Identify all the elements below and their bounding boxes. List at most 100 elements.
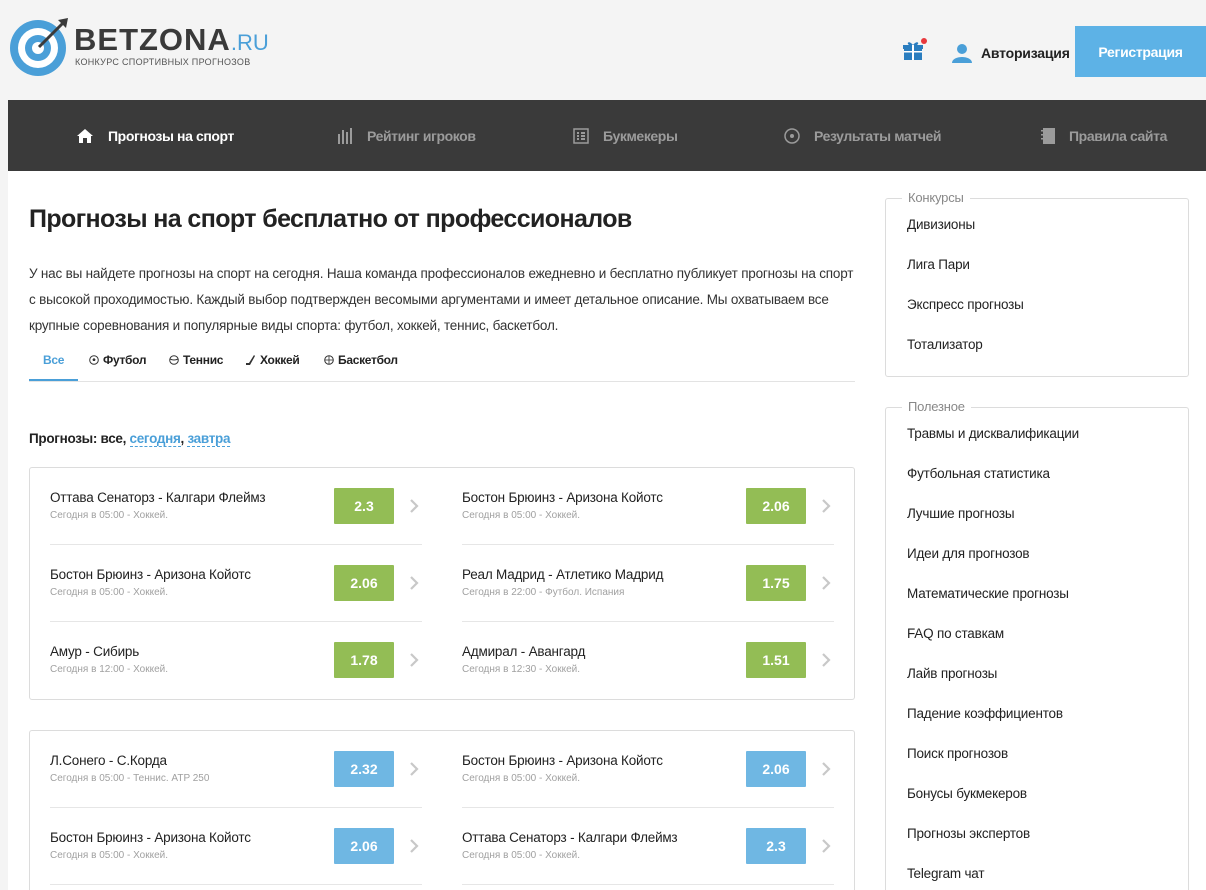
chevron-right-icon[interactable]	[409, 573, 421, 593]
match-meta: Сегодня в 12:00 - Хоккей.	[50, 664, 169, 675]
tab-tennis[interactable]: Теннис	[169, 340, 223, 380]
odds-badge[interactable]: 2.3	[334, 488, 394, 524]
match-title: Реал Мадрид - Атлетико Мадрид	[462, 567, 664, 582]
sidebar-item-football-stats[interactable]: Футбольная статистика	[907, 466, 1050, 481]
match-title: Амур - Сибирь	[50, 644, 140, 659]
tab-basketball[interactable]: Баскетбол	[324, 340, 398, 380]
tab-football[interactable]: Футбол	[89, 340, 147, 380]
sidebar-item-search[interactable]: Поиск прогнозов	[907, 746, 1008, 761]
match-title: Оттава Сенаторз - Калгари Флеймз	[50, 490, 266, 505]
match-title: Бостон Брюинз - Аризона Койотс	[462, 490, 663, 505]
forecast-row[interactable]: Адмирал - Авангард Сегодня в 12:30 - Хок…	[462, 622, 834, 699]
forecast-group-today: Оттава Сенаторз - Калгари Флеймз Сегодня…	[29, 467, 855, 700]
odds-badge[interactable]: 1.75	[746, 565, 806, 601]
page-title: Прогнозы на спорт бесплатно от профессио…	[29, 205, 632, 233]
chevron-right-icon[interactable]	[821, 759, 833, 779]
filter-tomorrow-link[interactable]: завтра	[187, 431, 230, 447]
sidebar-item-math-forecasts[interactable]: Математические прогнозы	[907, 586, 1069, 601]
user-icon	[952, 44, 972, 63]
forecast-row[interactable]: Л.Сонего - С.Корда Сегодня в 05:00 - Тен…	[50, 731, 422, 808]
forecast-row[interactable]: Оттава Сенаторз - Калгари Флеймз Сегодня…	[50, 468, 422, 545]
nav-item-bookmakers[interactable]: Букмекеры	[573, 100, 678, 171]
logo-tagline: КОНКУРС СПОРТИВНЫХ ПРОГНОЗОВ	[75, 57, 251, 67]
match-meta: Сегодня в 22:00 - Футбол. Испания	[462, 587, 625, 598]
chevron-right-icon[interactable]	[409, 496, 421, 516]
odds-badge[interactable]: 2.06	[334, 828, 394, 864]
gift-button[interactable]	[902, 38, 927, 62]
chevron-right-icon[interactable]	[409, 759, 421, 779]
match-meta: Сегодня в 05:00 - Хоккей.	[50, 587, 169, 598]
gift-notification-dot	[921, 38, 927, 44]
chevron-right-icon[interactable]	[821, 650, 833, 670]
match-title: Адмирал - Авангард	[462, 644, 586, 659]
odds-badge[interactable]: 2.3	[746, 828, 806, 864]
sidebar-item-bonuses[interactable]: Бонусы букмекеров	[907, 786, 1027, 801]
sidebar-item-injuries[interactable]: Травмы и дисквалификации	[907, 426, 1079, 441]
match-meta: Сегодня в 05:00 - Хоккей.	[462, 850, 581, 861]
bar-chart-icon	[338, 127, 352, 144]
forecast-row[interactable]: Амур - Сибирь Сегодня в 12:00 - Хоккей. …	[50, 622, 422, 699]
chevron-right-icon[interactable]	[409, 836, 421, 856]
register-button[interactable]: Регистрация	[1075, 26, 1206, 77]
chevron-right-icon[interactable]	[821, 573, 833, 593]
nav-item-rules[interactable]: Правила сайта	[1041, 100, 1167, 171]
match-meta: Сегодня в 05:00 - Хоккей.	[50, 510, 169, 521]
match-meta: Сегодня в 05:00 - Теннис. ATP 250	[50, 773, 210, 784]
sidebar-item-divisions[interactable]: Дивизионы	[907, 217, 975, 232]
tab-hockey[interactable]: Хоккей	[246, 340, 300, 380]
match-title: Л.Сонего - С.Корда	[50, 753, 167, 768]
sidebar-item-best-forecasts[interactable]: Лучшие прогнозы	[907, 506, 1015, 521]
intro-text: У нас вы найдете прогнозы на спорт на се…	[29, 266, 854, 333]
clock-icon	[784, 127, 800, 144]
sidebar-item-live[interactable]: Лайв прогнозы	[907, 666, 997, 681]
match-meta: Сегодня в 05:00 - Хоккей.	[462, 773, 581, 784]
chevron-right-icon[interactable]	[821, 836, 833, 856]
target-logo-icon	[10, 18, 68, 76]
match-title: Оттава Сенаторз - Калгари Флеймз	[462, 830, 678, 845]
basketball-icon	[324, 355, 334, 365]
site-logo[interactable]: BETZONA.RU КОНКУРС СПОРТИВНЫХ ПРОГНОЗОВ	[8, 14, 269, 76]
sidebar-item-odds-drop[interactable]: Падение коэффициентов	[907, 706, 1063, 721]
hockey-stick-icon	[246, 355, 255, 365]
login-link[interactable]: Авторизация	[951, 40, 1070, 66]
forecast-row[interactable]: Бостон Брюинз - Аризона Койотс Сегодня в…	[462, 731, 834, 808]
forecast-row[interactable]: Реал Мадрид - Атлетико Мадрид Сегодня в …	[462, 545, 834, 622]
match-meta: Сегодня в 12:30 - Хоккей.	[462, 664, 581, 675]
sidebar-item-express[interactable]: Экспресс прогнозы	[907, 297, 1024, 312]
date-filter: Прогнозы: все, сегодня, завтра	[29, 431, 231, 447]
sidebar-item-faq[interactable]: FAQ по ставкам	[907, 626, 1004, 641]
tab-all[interactable]: Все	[29, 340, 79, 381]
notebook-icon	[1041, 127, 1055, 144]
filter-today-link[interactable]: сегодня	[129, 431, 181, 447]
odds-badge[interactable]: 1.78	[334, 642, 394, 678]
odds-badge[interactable]: 2.32	[334, 751, 394, 787]
sidebar-item-ideas[interactable]: Идеи для прогнозов	[907, 546, 1030, 561]
list-icon	[573, 127, 589, 144]
gift-icon	[903, 42, 923, 60]
login-label: Авторизация	[981, 45, 1070, 61]
nav-item-results[interactable]: Результаты матчей	[784, 100, 942, 171]
sidebar-contests: Конкурсы Дивизионы Лига Пари Экспресс пр…	[885, 190, 1189, 377]
nav-item-rating[interactable]: Рейтинг игроков	[337, 100, 476, 171]
chevron-right-icon[interactable]	[821, 496, 833, 516]
match-meta: Сегодня в 05:00 - Хоккей.	[50, 850, 169, 861]
odds-badge[interactable]: 1.51	[746, 642, 806, 678]
odds-badge[interactable]: 2.06	[334, 565, 394, 601]
forecast-row[interactable]: Бостон Брюинз - Аризона Койотс Сегодня в…	[50, 545, 422, 622]
forecast-row[interactable]: Бостон Брюинз - Аризона Койотс Сегодня в…	[462, 468, 834, 545]
chevron-right-icon[interactable]	[409, 650, 421, 670]
sidebar-item-liga-pari[interactable]: Лига Пари	[907, 257, 970, 272]
forecast-row[interactable]: Бостон Брюинз - Аризона Койотс Сегодня в…	[50, 808, 422, 885]
sport-tabs: Все Футбол Теннис Хоккей Баскетбол	[29, 340, 855, 382]
sidebar-useful-title: Полезное	[902, 399, 971, 414]
sidebar-item-experts[interactable]: Прогнозы экспертов	[907, 826, 1030, 841]
odds-badge[interactable]: 2.06	[746, 751, 806, 787]
sidebar-item-telegram[interactable]: Telegram чат	[907, 866, 985, 881]
sidebar-item-totalizator[interactable]: Тотализатор	[907, 337, 983, 352]
forecast-row[interactable]: Оттава Сенаторз - Калгари Флеймз Сегодня…	[462, 808, 834, 885]
logo-wordmark: BETZONA.RU	[74, 22, 269, 57]
nav-item-forecasts[interactable]: Прогнозы на спорт	[76, 100, 234, 171]
match-meta: Сегодня в 05:00 - Хоккей.	[462, 510, 581, 521]
forecast-group-second: Л.Сонего - С.Корда Сегодня в 05:00 - Тен…	[29, 730, 855, 890]
odds-badge[interactable]: 2.06	[746, 488, 806, 524]
